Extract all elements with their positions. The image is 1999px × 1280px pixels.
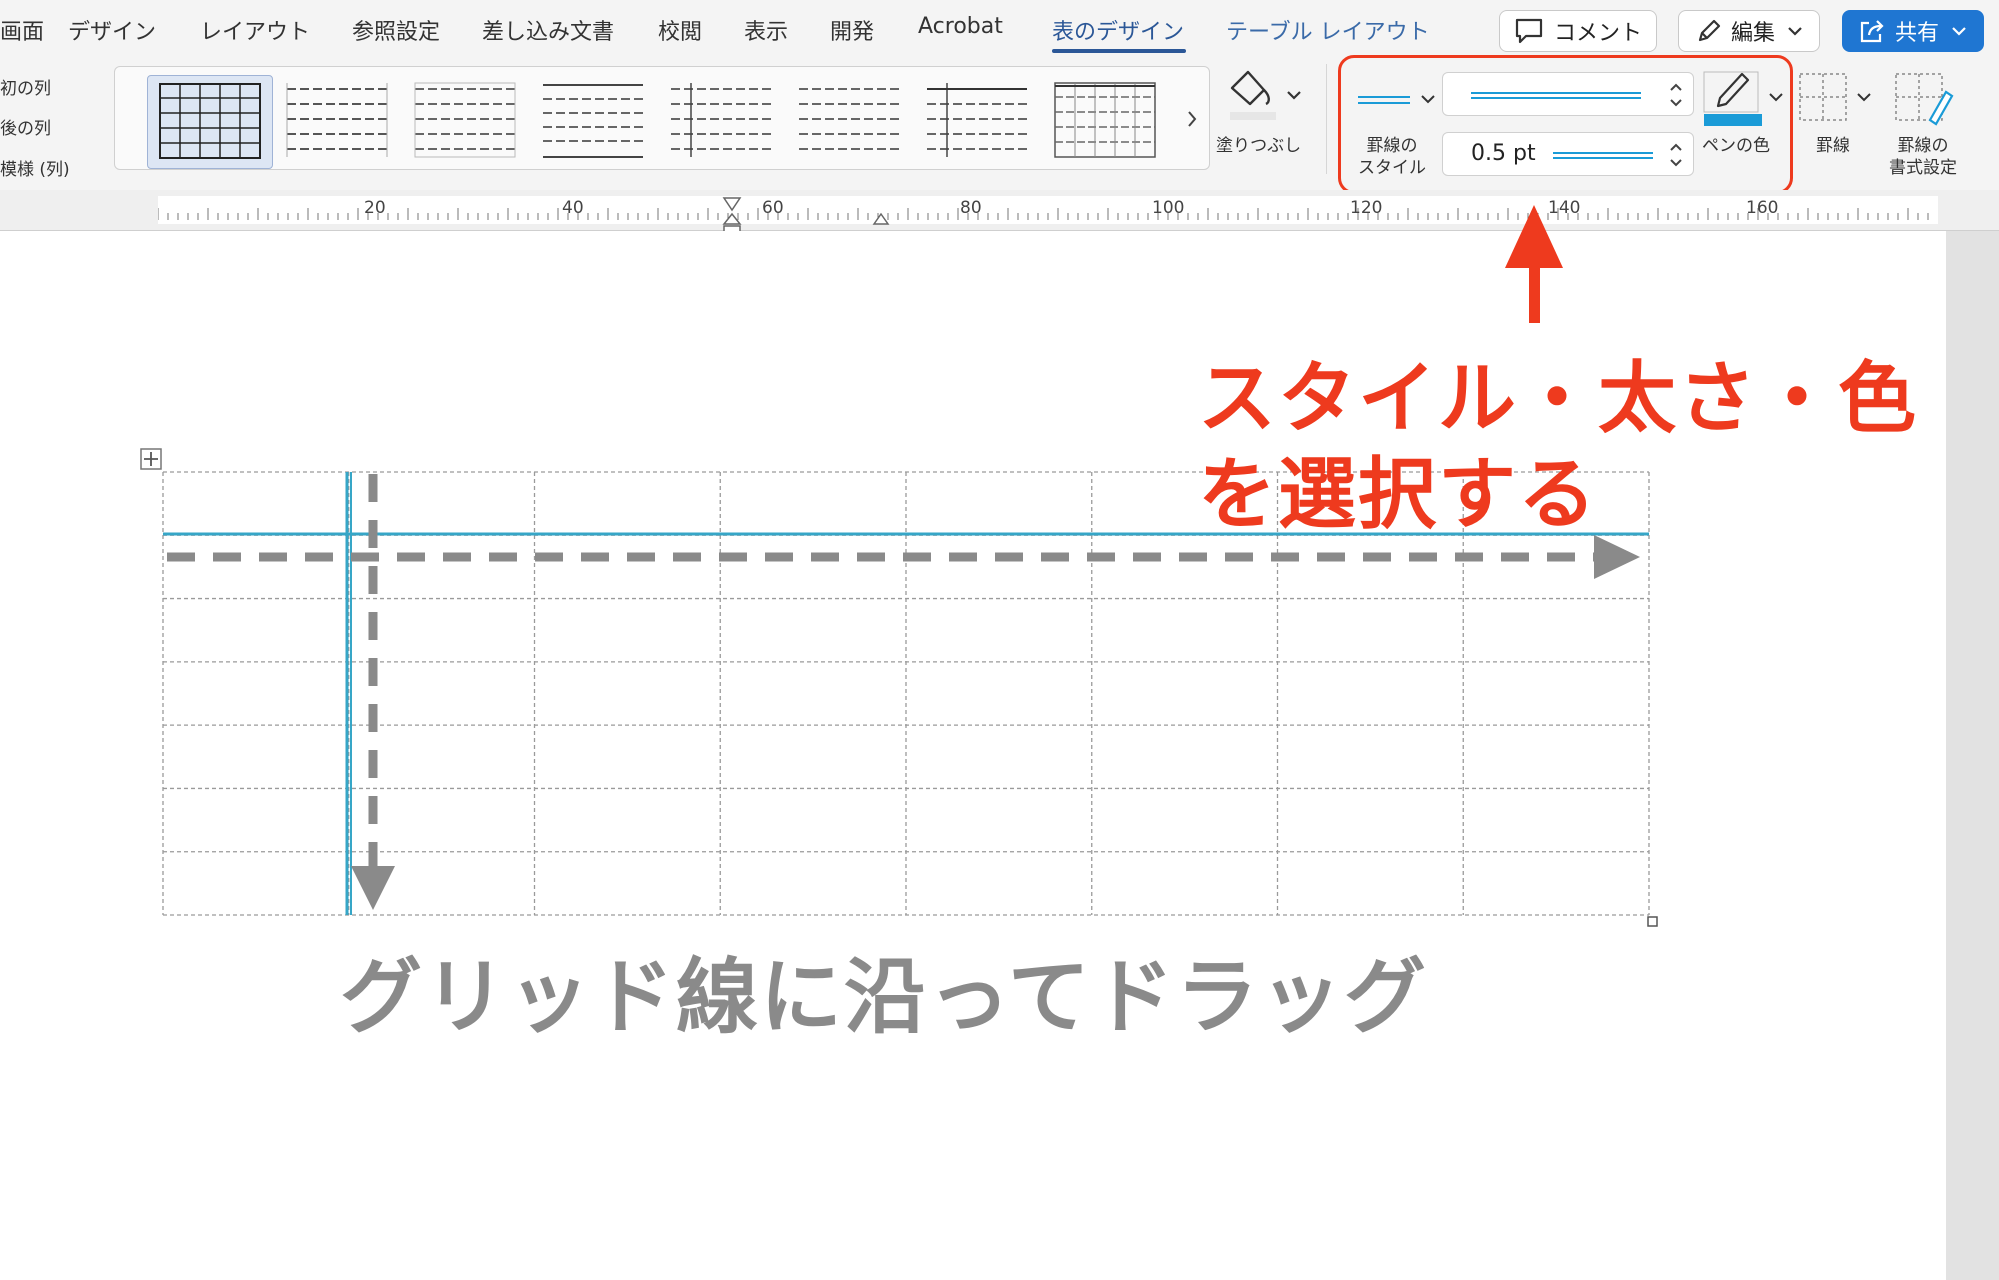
document-table-layer xyxy=(140,205,1658,927)
table-move-handle-icon[interactable] xyxy=(140,448,162,470)
annotation-arrow xyxy=(1505,205,1563,323)
document-caption: グリッド線に沿ってドラッグ xyxy=(340,950,1428,1045)
annotation-text-line2: を選択する xyxy=(1198,450,1599,540)
table-resize-handle[interactable] xyxy=(1647,916,1658,927)
